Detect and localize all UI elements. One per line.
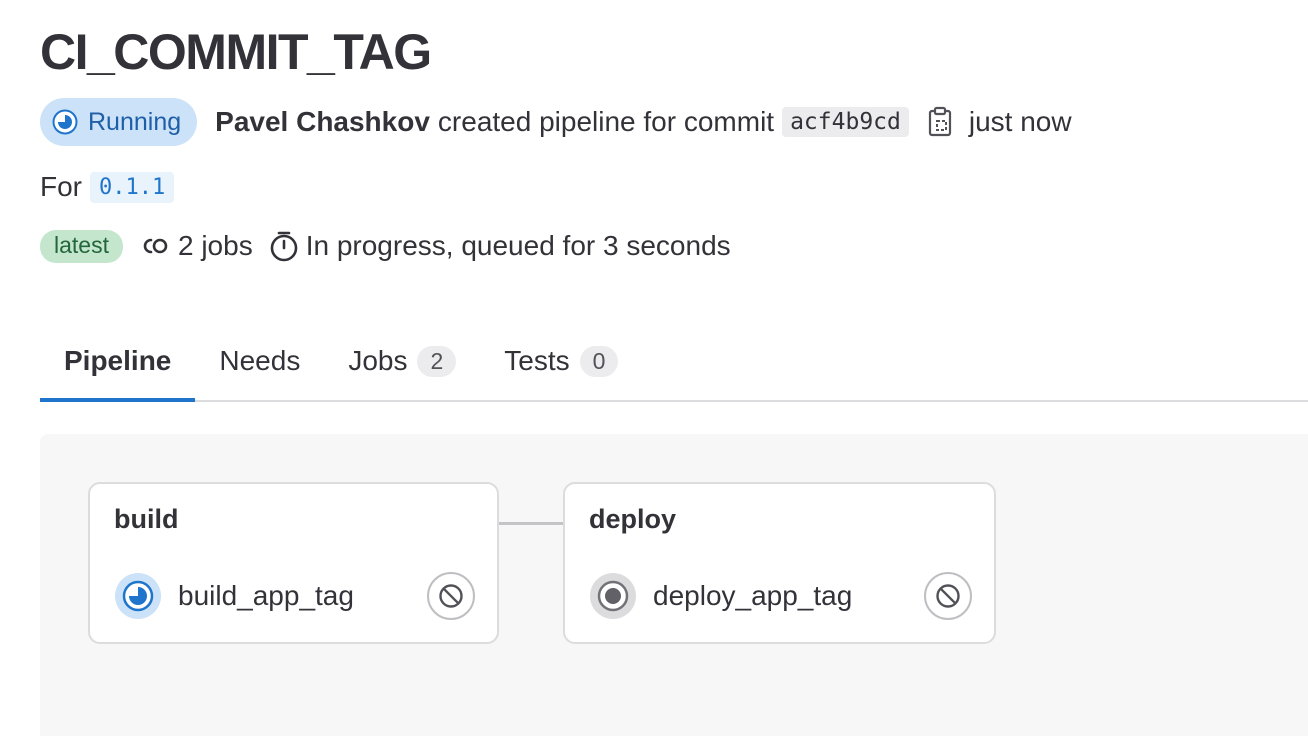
pipeline-duration: In progress, queued for 3 seconds [269, 230, 731, 262]
tab-jobs[interactable]: Jobs 2 [324, 322, 480, 400]
status-running-icon [52, 109, 78, 135]
cancel-job-button[interactable] [427, 572, 475, 620]
job-item[interactable]: deploy_app_tag [589, 572, 972, 620]
cancel-job-button[interactable] [924, 572, 972, 620]
status-label: Running [88, 107, 182, 136]
ref-name-link[interactable]: 0.1.1 [90, 171, 175, 203]
cancel-icon [935, 583, 961, 609]
pipeline-page: CI_COMMIT_TAG Running Pavel Chashkov cre… [0, 0, 1308, 736]
pipeline-status-row: Running Pavel Chashkov created pipeline … [40, 98, 1072, 146]
job-name: deploy_app_tag [653, 580, 853, 611]
jobs-count: 2 jobs [139, 230, 253, 262]
tab-label: Needs [219, 345, 301, 376]
pipeline-graph: build build_app_tag deploy deploy_app_ta… [40, 434, 1308, 736]
tab-count-badge: 2 [417, 345, 457, 377]
ref-row: For 0.1.1 [40, 168, 175, 206]
job-name: build_app_tag [178, 580, 354, 611]
tab-label: Jobs [348, 345, 408, 376]
page-title: CI_COMMIT_TAG [40, 24, 432, 80]
time-ago: just now [968, 106, 1072, 137]
pipeline-created-text: Pavel Chashkov created pipeline for comm… [215, 102, 1072, 142]
copy-commit-sha-button[interactable] [923, 102, 957, 142]
cancel-icon [438, 583, 464, 609]
status-running-icon [114, 572, 162, 620]
pipeline-meta-row: latest 2 jobs In progress, queued for 3 … [40, 228, 731, 264]
stage-title: build [114, 504, 179, 534]
stage-column-build: build build_app_tag [88, 482, 499, 644]
pipeline-tabs: Pipeline Needs Jobs 2 Tests 0 [40, 322, 1308, 402]
tab-tests[interactable]: Tests 0 [480, 322, 642, 400]
stage-column-deploy: deploy deploy_app_tag [563, 482, 996, 644]
duration-label: In progress, queued for 3 seconds [305, 230, 731, 261]
status-badge[interactable]: Running [40, 98, 198, 146]
jobs-count-label: 2 jobs [177, 230, 253, 261]
job-item[interactable]: build_app_tag [114, 572, 475, 620]
tab-label: Tests [504, 345, 570, 376]
tab-pipeline[interactable]: Pipeline [40, 322, 196, 402]
commit-sha-link[interactable]: acf4b9cd [782, 107, 909, 137]
status-created-icon [589, 572, 637, 620]
timer-icon [269, 230, 299, 262]
copy-to-clipboard-icon [927, 106, 953, 138]
stage-title: deploy [589, 504, 677, 534]
tab-label: Pipeline [64, 345, 172, 376]
action-text: created pipeline for commit [437, 106, 775, 137]
pipeline-jobs-icon [139, 235, 171, 257]
stage-connector-line [499, 522, 563, 525]
tab-needs[interactable]: Needs [195, 322, 324, 400]
latest-badge: latest [40, 229, 123, 263]
tab-count-badge: 0 [579, 345, 619, 377]
ref-prefix: For [40, 171, 82, 202]
author-name[interactable]: Pavel Chashkov [215, 106, 430, 138]
